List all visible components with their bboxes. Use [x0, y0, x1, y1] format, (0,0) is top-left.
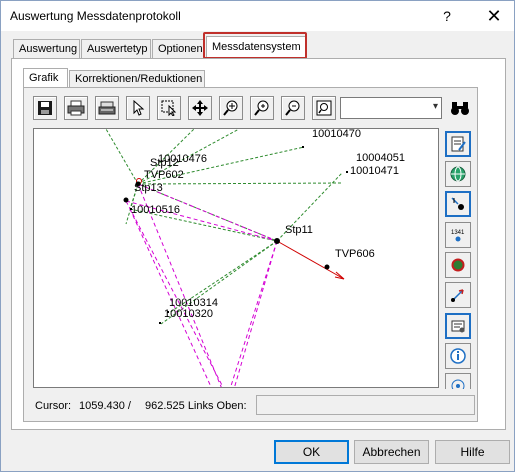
point-label: 10010320: [164, 308, 213, 320]
help-button[interactable]: Hilfe: [435, 440, 510, 464]
zoom-extents-icon[interactable]: [312, 96, 336, 120]
side-toolbar: 1341: [445, 131, 471, 389]
status-bar: Cursor: 1059.430 / 962.525 Links Oben:: [33, 394, 475, 416]
zoom-out-icon[interactable]: [281, 96, 305, 120]
select-area-icon[interactable]: [157, 96, 181, 120]
plot-canvas[interactable]: 10010470 10010476 Stp12 TVP602 Stp13 100…: [33, 128, 439, 388]
tab-korrektionen[interactable]: Korrektionen/Reduktionen: [69, 70, 205, 88]
point-label: TVP606: [335, 248, 375, 260]
cursor-x-value: 1059.430 /: [79, 400, 131, 412]
print-icon[interactable]: [64, 96, 88, 120]
point-label: Stp11: [285, 224, 313, 236]
zoom-in-icon[interactable]: [250, 96, 274, 120]
pan-icon[interactable]: [188, 96, 212, 120]
position-field: [256, 395, 475, 415]
cursor-y-value: 962.525 Links Oben:: [145, 400, 247, 412]
close-button[interactable]: ✕: [479, 4, 509, 28]
title-bar: Auswertung Messdatenprotokoll ? ✕: [1, 1, 514, 31]
point-label: TVP602: [144, 169, 184, 181]
window-title: Auswertung Messdatenprotokoll: [10, 9, 181, 23]
svg-text:1341: 1341: [451, 230, 465, 236]
tab-optionen[interactable]: Optionen: [152, 39, 205, 59]
tab-auswertetyp[interactable]: Auswertetyp: [81, 39, 151, 59]
cursor-label: Cursor:: [35, 400, 72, 412]
point-label: 10010516: [131, 204, 180, 216]
point-label: 10004051: [356, 152, 405, 164]
point-label: 10010470: [312, 128, 361, 140]
pointer-icon[interactable]: [126, 96, 150, 120]
printer-setup-icon[interactable]: [95, 96, 119, 120]
cancel-button[interactable]: Abbrechen: [354, 440, 429, 464]
dialog-window: Auswertung Messdatenprotokoll ? ✕ Auswer…: [0, 0, 515, 472]
point-label: 10010471: [350, 165, 399, 177]
ok-button[interactable]: OK: [274, 440, 349, 464]
tab-highlight-box: [203, 32, 307, 59]
point-label: Stp12: [150, 157, 179, 169]
point-add-icon[interactable]: [445, 191, 471, 217]
help-title-button[interactable]: ?: [437, 6, 457, 26]
chevron-down-icon[interactable]: ▾: [433, 101, 438, 112]
binoculars-icon[interactable]: [448, 97, 472, 119]
save-icon[interactable]: [33, 96, 57, 120]
properties-icon[interactable]: [445, 131, 471, 157]
layer-combo[interactable]: ▾: [340, 97, 442, 119]
settings-icon[interactable]: [445, 313, 471, 339]
vector-icon[interactable]: [445, 282, 471, 308]
info-icon[interactable]: [445, 343, 471, 369]
zoom-point-icon[interactable]: [219, 96, 243, 120]
globe-icon[interactable]: [445, 161, 471, 187]
numbering-icon[interactable]: 1341: [445, 222, 471, 248]
area-icon[interactable]: [445, 252, 471, 278]
target-icon[interactable]: [445, 373, 471, 389]
point-label: Stp13: [134, 182, 163, 194]
tab-grafik[interactable]: Grafik: [23, 68, 68, 88]
tab-auswertung[interactable]: Auswertung: [13, 39, 80, 59]
